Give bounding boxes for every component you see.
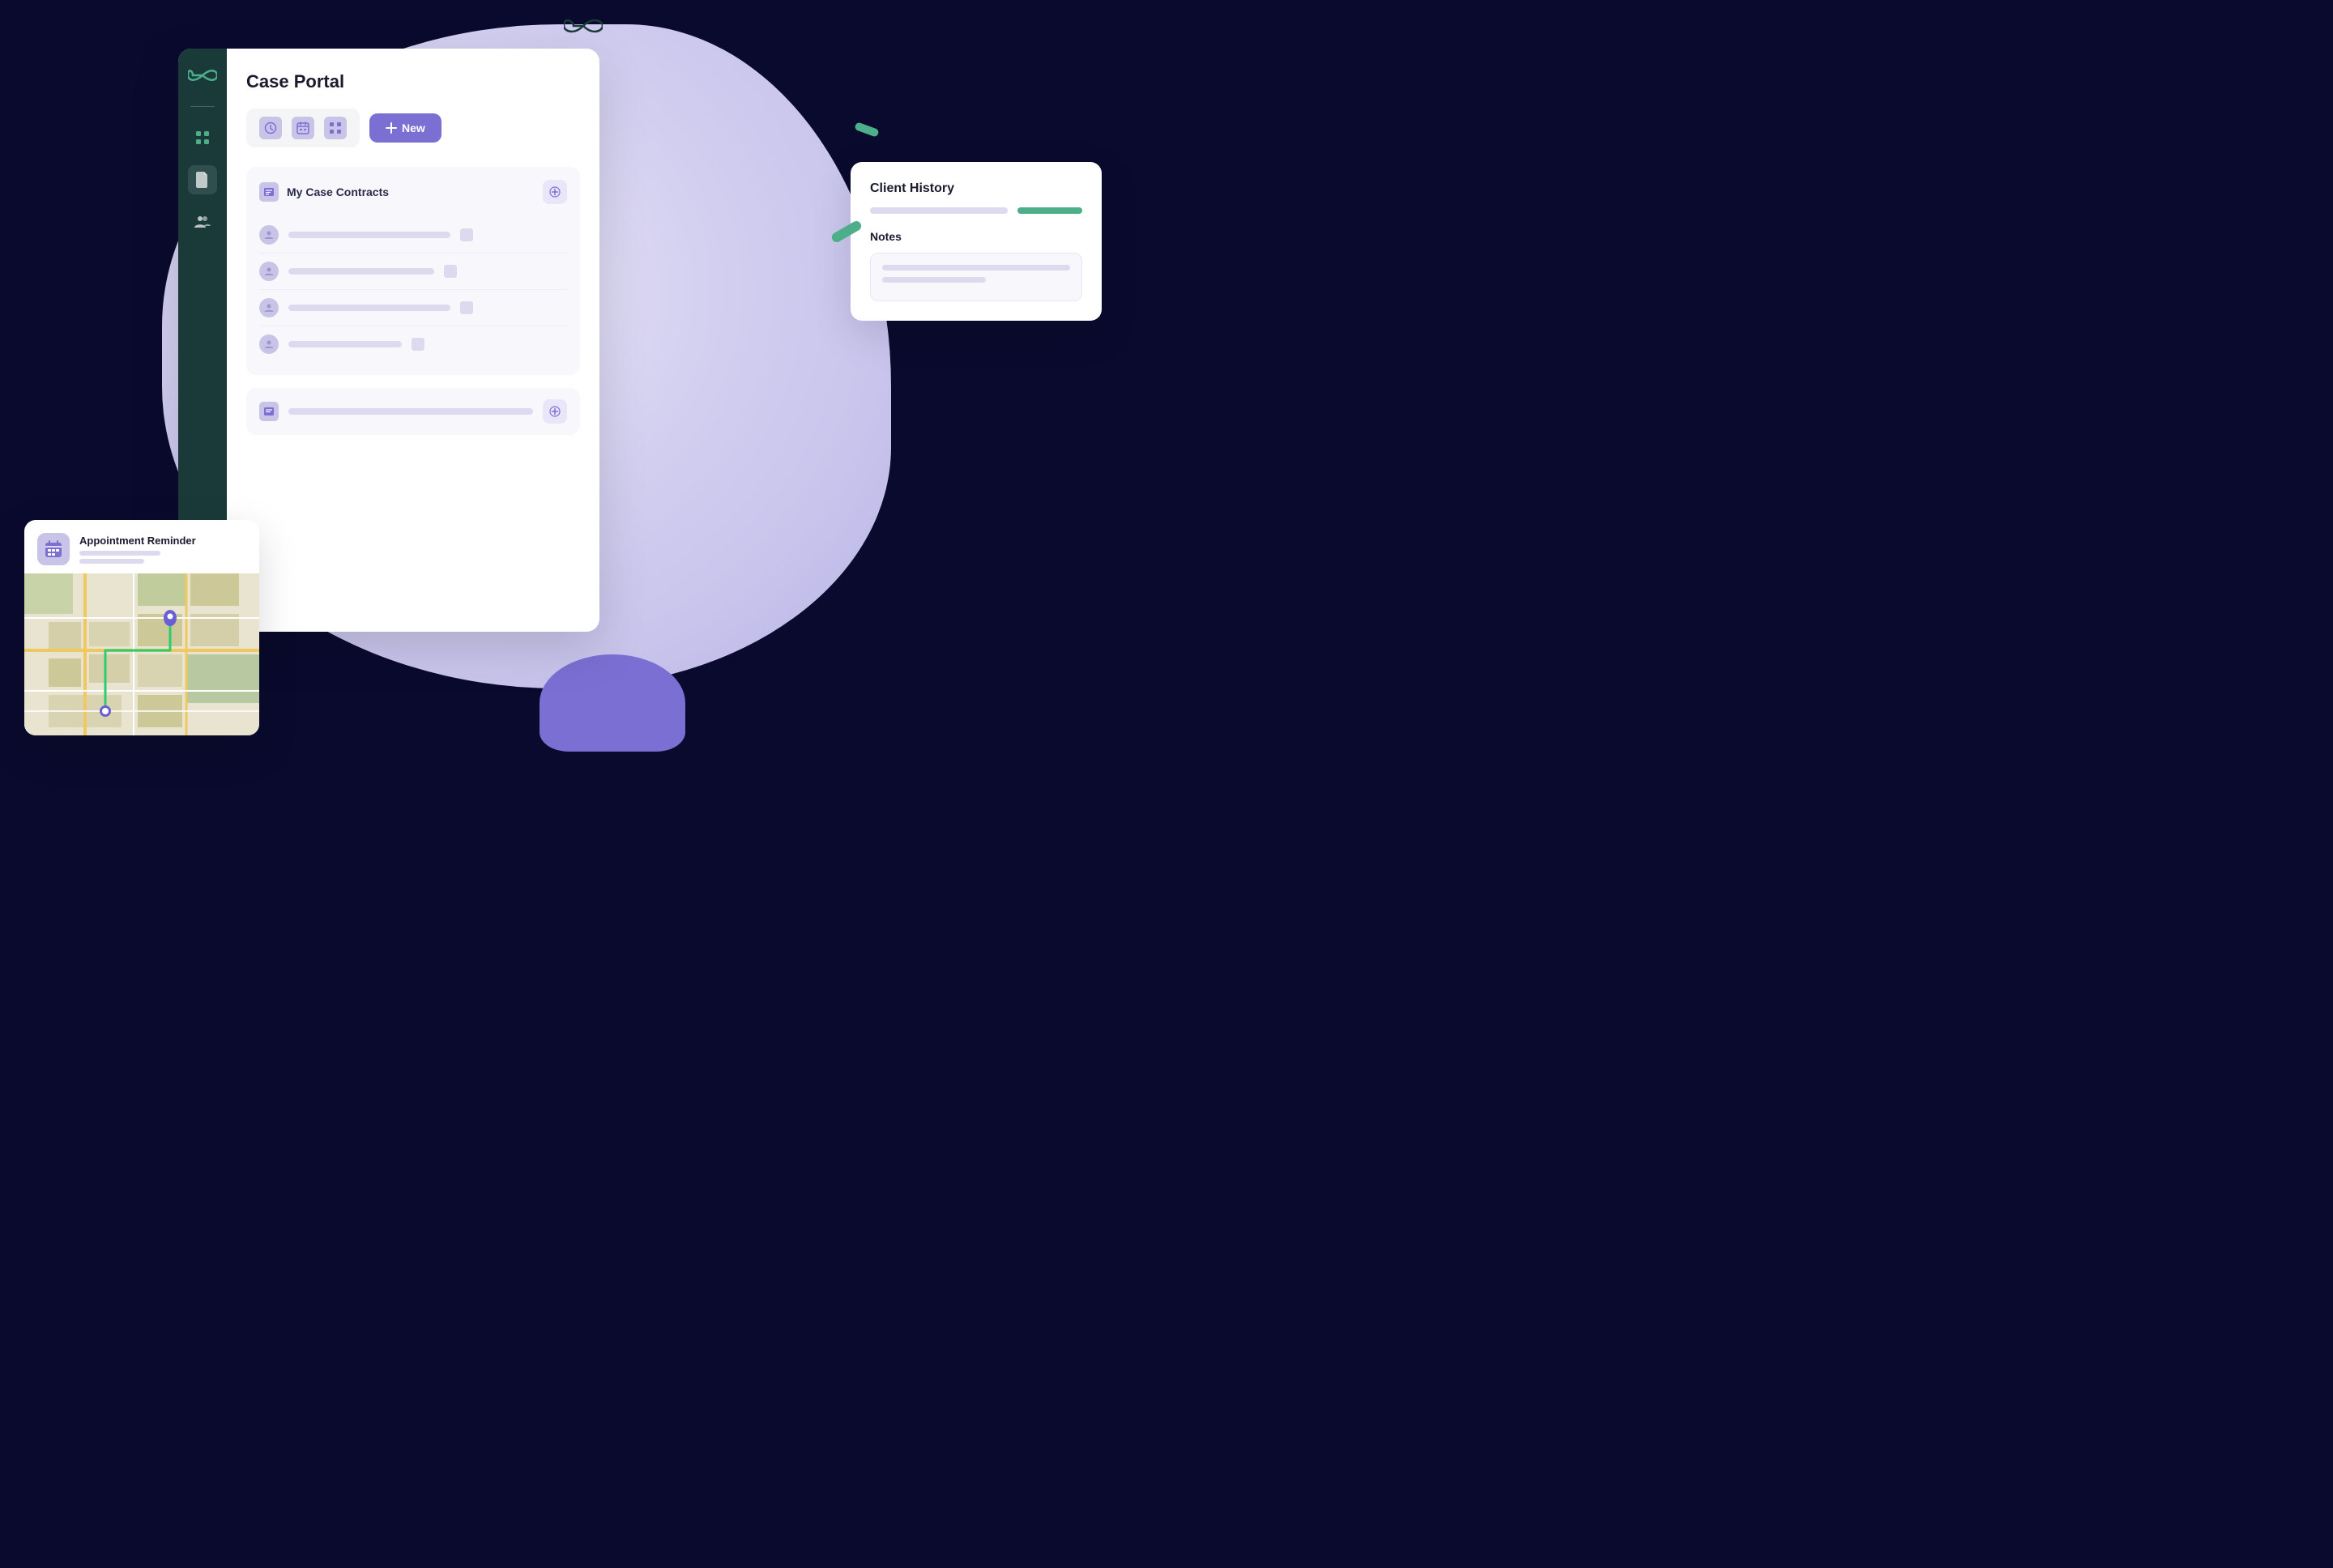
section-header: My Case Contracts xyxy=(259,180,567,204)
add-contract-button[interactable] xyxy=(543,180,567,204)
page-title: Case Portal xyxy=(246,71,580,92)
toolbar: New xyxy=(246,109,580,147)
add-bottom-button[interactable] xyxy=(543,399,567,424)
notes-area[interactable] xyxy=(870,253,1082,301)
avatar-icon xyxy=(259,298,279,317)
bottom-accent-shape xyxy=(540,654,685,752)
client-history-title: Client History xyxy=(870,181,1082,196)
main-content: Case Portal xyxy=(227,49,599,632)
case-contracts-section: My Case Contracts xyxy=(246,167,580,375)
new-button-label: New xyxy=(402,121,425,134)
avatar-icon xyxy=(259,334,279,354)
client-history-card: Client History Notes xyxy=(851,162,1102,321)
appointment-card: Appointment Reminder xyxy=(24,520,259,735)
history-row xyxy=(870,207,1082,214)
item-content-bar xyxy=(288,232,450,238)
sidebar-item-people[interactable] xyxy=(188,207,217,236)
section-title: My Case Contracts xyxy=(259,182,389,202)
bottom-bar xyxy=(288,408,533,415)
list-item xyxy=(259,254,567,290)
item-checkbox[interactable] xyxy=(460,301,473,314)
item-checkbox[interactable] xyxy=(460,228,473,241)
notes-line-2 xyxy=(882,277,986,283)
list-item xyxy=(259,326,567,362)
sidebar-item-documents[interactable] xyxy=(188,165,217,194)
history-green-bar xyxy=(1017,207,1082,214)
clock-icon[interactable] xyxy=(259,117,282,139)
appointment-info: Appointment Reminder xyxy=(79,535,196,564)
appointment-header: Appointment Reminder xyxy=(24,520,259,573)
bottom-section-icon xyxy=(259,402,279,421)
bottom-section xyxy=(246,388,580,435)
appointment-icon xyxy=(37,533,70,565)
avatar-icon xyxy=(259,262,279,281)
item-checkbox[interactable] xyxy=(444,265,457,278)
item-checkbox[interactable] xyxy=(412,338,424,351)
contracts-icon xyxy=(259,182,279,202)
sidebar-logo xyxy=(188,65,217,90)
history-bar xyxy=(870,207,1008,214)
new-button[interactable]: New xyxy=(369,113,441,143)
item-content-bar xyxy=(288,305,450,311)
teal-accent-2 xyxy=(854,121,880,138)
grid-icon[interactable] xyxy=(324,117,347,139)
list-item xyxy=(259,290,567,326)
map-container xyxy=(24,573,259,735)
notes-line-1 xyxy=(882,265,1070,271)
list-item xyxy=(259,217,567,254)
avatar-icon xyxy=(259,225,279,245)
notes-title: Notes xyxy=(870,230,1082,243)
item-content-bar xyxy=(288,341,402,347)
map-svg xyxy=(24,573,259,735)
sidebar-item-dashboard[interactable] xyxy=(188,123,217,152)
calendar-icon[interactable] xyxy=(292,117,314,139)
appointment-subtitle-1 xyxy=(79,551,160,556)
item-content-bar xyxy=(288,268,434,275)
sidebar-divider xyxy=(190,106,215,107)
appointment-subtitle-2 xyxy=(79,559,144,564)
toolbar-icons-group xyxy=(246,109,360,147)
appointment-title: Appointment Reminder xyxy=(79,535,196,547)
logo-decoration xyxy=(564,16,603,40)
